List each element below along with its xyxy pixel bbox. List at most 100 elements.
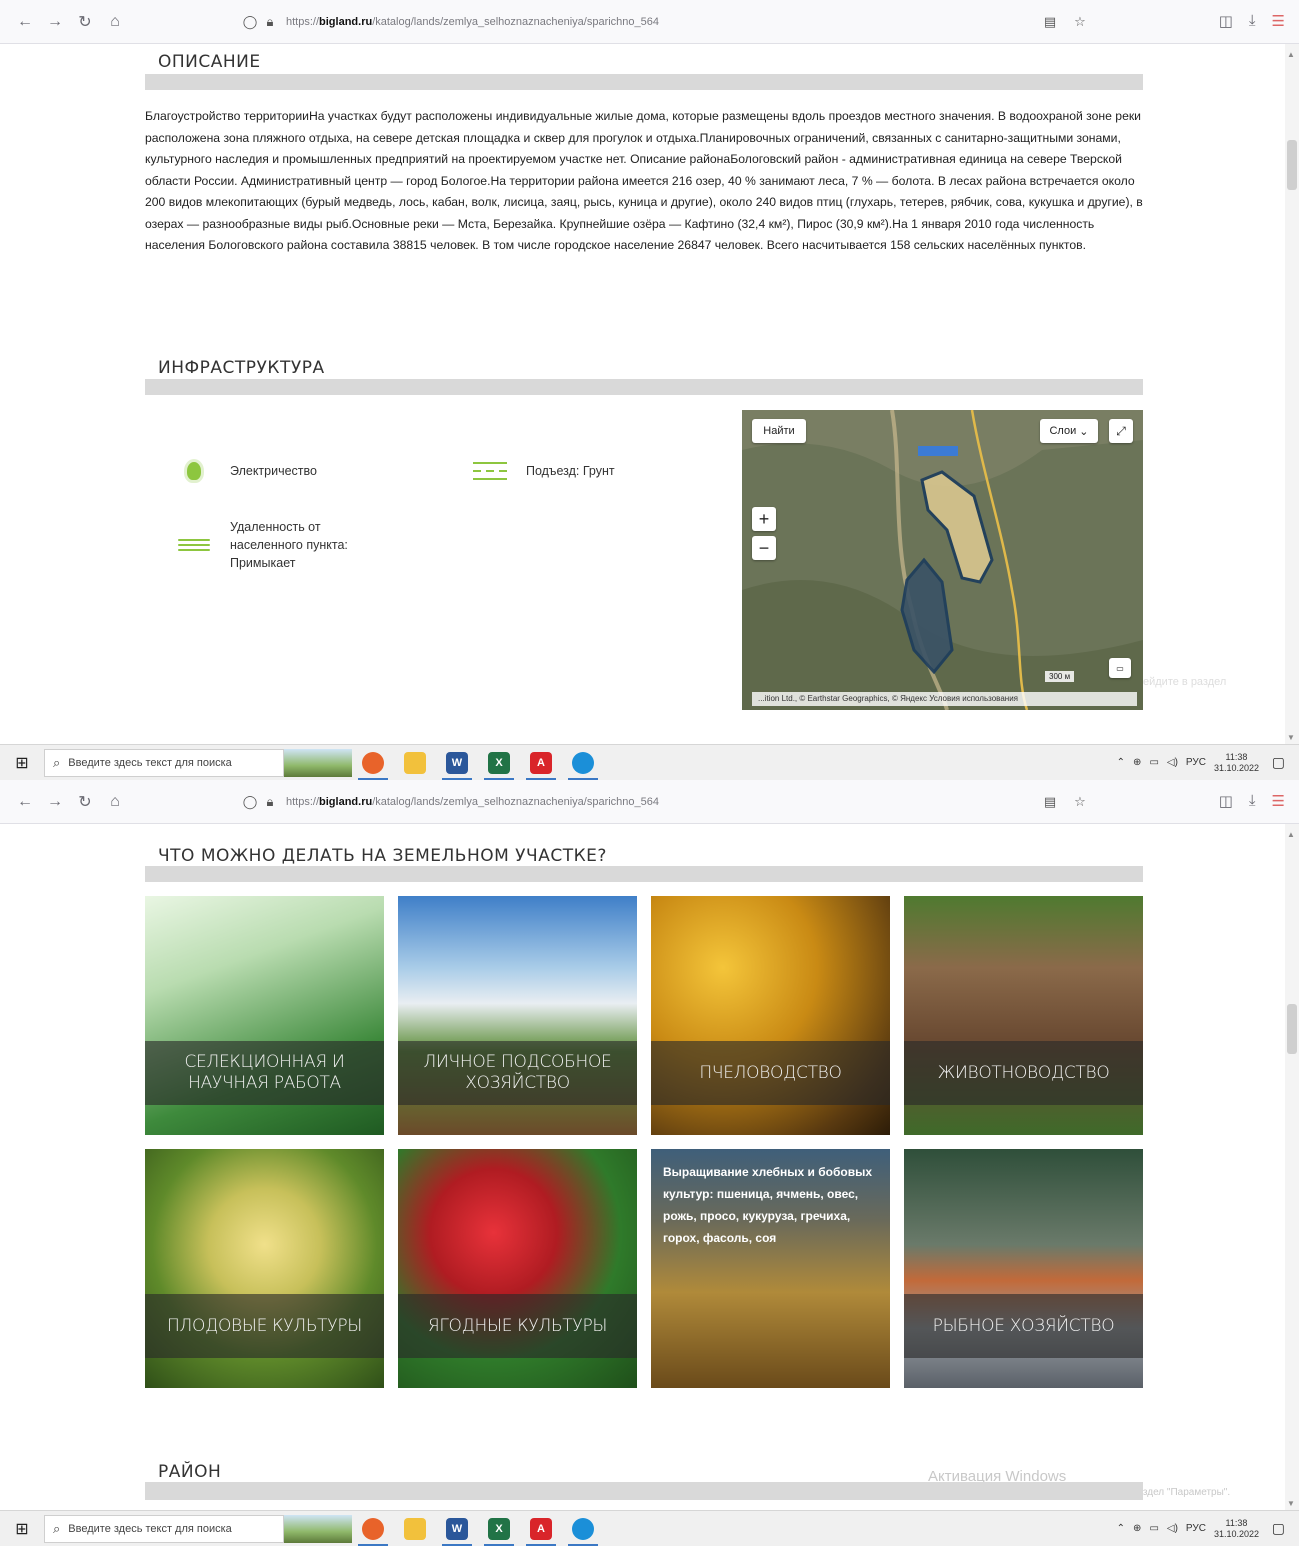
infra-distance-label: Удаленность от населенного пункта: Примы…	[230, 520, 348, 570]
taskbar-file-explorer[interactable]	[394, 745, 436, 781]
scrollbar-thumb[interactable]	[1287, 1004, 1297, 1054]
taskbar-word[interactable]: W	[436, 745, 478, 781]
back-arrow-icon[interactable]: ←	[10, 13, 40, 31]
forward-arrow-icon[interactable]: →	[40, 13, 70, 31]
volume-icon[interactable]: ◁)	[1167, 1523, 1178, 1534]
fullscreen-icon[interactable]: ⤢	[1109, 419, 1133, 443]
tile-fruit[interactable]: ПЛОДОВЫЕ КУЛЬТУРЫ	[145, 1149, 384, 1388]
language-indicator[interactable]: РУС	[1186, 1523, 1206, 1534]
scrollbar-thumb[interactable]	[1287, 140, 1297, 190]
scroll-down-arrow-icon[interactable]: ▼	[1287, 1499, 1295, 1508]
taskbar-excel[interactable]: X	[478, 1511, 520, 1546]
address-bar[interactable]: ◯ 🔒︎ https://bigland.ru/katalog/lands/ze…	[240, 7, 1100, 37]
notification-icon[interactable]: ▢	[1272, 754, 1285, 771]
url-text[interactable]: https://bigland.ru/katalog/lands/zemlya_…	[286, 796, 659, 808]
taskbar-file-explorer[interactable]	[394, 1511, 436, 1546]
scroll-up-arrow-icon[interactable]: ▲	[1287, 830, 1295, 839]
chevron-up-icon[interactable]: ⌃	[1117, 1523, 1125, 1534]
reader-view-icon[interactable]: ▤	[1040, 794, 1060, 810]
reload-icon[interactable]: ↻	[70, 792, 100, 812]
clock[interactable]: 11:38 31.10.2022	[1214, 1518, 1259, 1540]
map-find-button[interactable]: Найти	[752, 419, 806, 443]
tile-grain[interactable]: Выращивание хлебных и бобовых культур: п…	[651, 1149, 890, 1388]
activities-bar	[145, 866, 1143, 882]
vertical-scrollbar[interactable]: ▲ ▼	[1285, 44, 1299, 744]
shield-icon[interactable]: ◯	[240, 794, 260, 810]
tile-berries[interactable]: ЯГОДНЫЕ КУЛЬТУРЫ	[398, 1149, 637, 1388]
lock-icon[interactable]: 🔒︎	[260, 14, 280, 30]
taskbar-acrobat[interactable]: A	[520, 1511, 562, 1546]
shield-icon[interactable]: ◯	[240, 14, 260, 30]
tile-caption: ЖИВОТНОВОДСТВО	[904, 1041, 1143, 1105]
zoom-in-button[interactable]: +	[752, 507, 776, 531]
extensions-menu-icon[interactable]: ☰	[1272, 12, 1285, 30]
tile-beekeeping[interactable]: ПЧЕЛОВОДСТВО	[651, 896, 890, 1135]
map-layers-button[interactable]: Слои ⌄	[1040, 419, 1098, 443]
tile-overlay-text: Выращивание хлебных и бобовых культур: п…	[663, 1165, 873, 1245]
display-icon[interactable]: ▭	[1149, 757, 1158, 768]
taskbar-search-placeholder: Введите здесь текст для поиска	[68, 1522, 232, 1535]
scroll-down-arrow-icon[interactable]: ▼	[1287, 733, 1295, 742]
vertical-scrollbar[interactable]: ▲ ▼	[1285, 824, 1299, 1510]
search-highlight-image[interactable]	[284, 748, 352, 777]
taskbar-edge[interactable]	[562, 745, 604, 781]
pocket-icon[interactable]: ◫	[1219, 792, 1233, 810]
tile-caption: ПЛОДОВЫЕ КУЛЬТУРЫ	[145, 1294, 384, 1358]
taskbar-edge[interactable]	[562, 1511, 604, 1546]
scroll-up-arrow-icon[interactable]: ▲	[1287, 50, 1295, 59]
district-title: РАЙОН	[158, 1462, 222, 1482]
address-bar[interactable]: ◯ 🔒︎ https://bigland.ru/katalog/lands/ze…	[240, 787, 1100, 817]
display-icon[interactable]: ▭	[1149, 1523, 1158, 1534]
back-arrow-icon[interactable]: ←	[10, 793, 40, 811]
taskbar-acrobat[interactable]: A	[520, 745, 562, 781]
chevron-up-icon[interactable]: ⌃	[1117, 757, 1125, 768]
home-icon[interactable]: ⌂	[100, 13, 130, 31]
taskbar-firefox[interactable]	[352, 1511, 394, 1546]
network-icon[interactable]: ⊕	[1133, 757, 1141, 768]
pocket-icon[interactable]: ◫	[1219, 12, 1233, 30]
extensions-menu-icon[interactable]: ☰	[1272, 792, 1285, 810]
satellite-map[interactable]	[742, 410, 1143, 710]
clock[interactable]: 11:38 31.10.2022	[1214, 752, 1259, 774]
search-highlight-image[interactable]	[284, 1514, 352, 1543]
bookmark-star-icon[interactable]: ☆	[1070, 794, 1090, 810]
download-icon[interactable]: ⤓	[1249, 12, 1256, 30]
notification-icon[interactable]: ▢	[1272, 1520, 1285, 1537]
map-ruler-icon[interactable]: ▭	[1109, 658, 1131, 678]
lock-icon[interactable]: 🔒︎	[260, 794, 280, 810]
folder-icon	[404, 1517, 426, 1540]
windows-start-icon[interactable]: ⊞	[0, 753, 44, 773]
pdf-icon: A	[530, 751, 552, 774]
map-widget[interactable]: Найти Слои ⌄ ⤢ + − 300 м ▭ ...ition Ltd.…	[742, 410, 1143, 710]
tile-selection[interactable]: СЕЛЕКЦИОННАЯ И НАУЧНАЯ РАБОТА	[145, 896, 384, 1135]
district-bar	[145, 1482, 1143, 1500]
system-tray: ⌃ ⊕ ▭ ◁) РУС 11:38 31.10.2022	[1117, 1518, 1259, 1540]
zoom-out-button[interactable]: −	[752, 536, 776, 560]
taskbar-word[interactable]: W	[436, 1511, 478, 1546]
bookmark-star-icon[interactable]: ☆	[1070, 14, 1090, 30]
tile-fish[interactable]: РЫБНОЕ ХОЗЯЙСТВО	[904, 1149, 1143, 1388]
description-title: ОПИСАНИЕ	[158, 52, 261, 72]
windows-start-icon[interactable]: ⊞	[0, 1519, 44, 1539]
url-text[interactable]: https://bigland.ru/katalog/lands/zemlya_…	[286, 16, 659, 28]
taskbar-firefox[interactable]	[352, 745, 394, 781]
tile-caption: РЫБНОЕ ХОЗЯЙСТВО	[904, 1294, 1143, 1358]
network-icon[interactable]: ⊕	[1133, 1523, 1141, 1534]
taskbar-search-box[interactable]: ⌕ Введите здесь текст для поиска	[44, 748, 284, 777]
download-icon[interactable]: ⤓	[1249, 792, 1256, 810]
home-icon[interactable]: ⌂	[100, 793, 130, 811]
taskbar-search-box[interactable]: ⌕ Введите здесь текст для поиска	[44, 1514, 284, 1543]
excel-icon: X	[488, 1517, 510, 1540]
excel-icon: X	[488, 751, 510, 774]
taskbar-excel[interactable]: X	[478, 745, 520, 781]
infra-road-label: Подъезд: Грунт	[526, 464, 615, 478]
forward-arrow-icon[interactable]: →	[40, 793, 70, 811]
language-indicator[interactable]: РУС	[1186, 757, 1206, 768]
map-layers-label: Слои	[1049, 425, 1077, 437]
volume-icon[interactable]: ◁)	[1167, 757, 1178, 768]
tile-personal-farm[interactable]: ЛИЧНОЕ ПОДСОБНОЕ ХОЗЯЙСТВО	[398, 896, 637, 1135]
reader-view-icon[interactable]: ▤	[1040, 14, 1060, 30]
tile-livestock[interactable]: ЖИВОТНОВОДСТВО	[904, 896, 1143, 1135]
infra-electricity-label: Электричество	[230, 464, 317, 478]
reload-icon[interactable]: ↻	[70, 12, 100, 32]
